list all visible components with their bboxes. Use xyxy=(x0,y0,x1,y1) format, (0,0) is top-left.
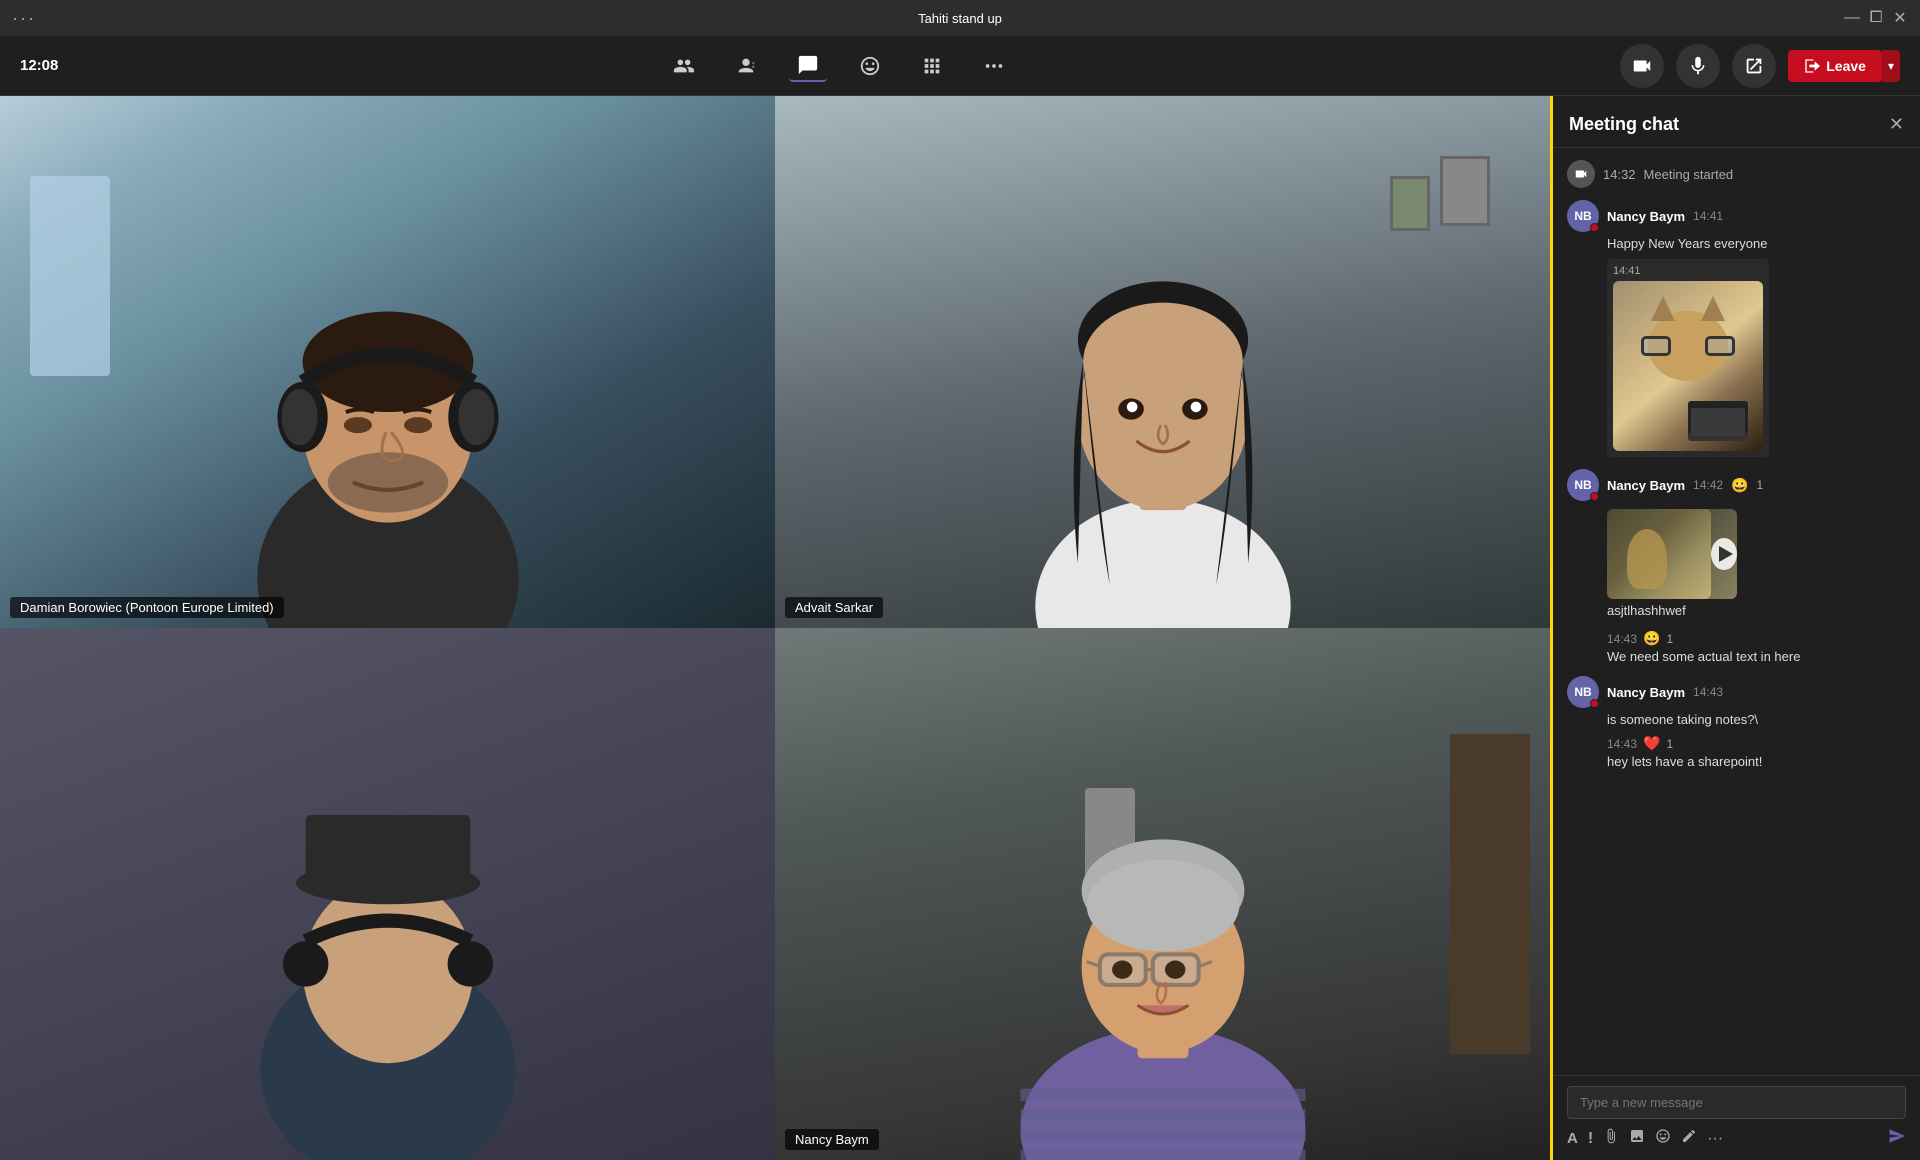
time-1: 14:41 xyxy=(1693,209,1723,223)
online-indicator-2 xyxy=(1590,492,1599,501)
maximize-btn[interactable]: ⧠ xyxy=(1868,10,1884,26)
participants-icon-btn[interactable] xyxy=(727,51,765,81)
avatar-nancy-2: NB xyxy=(1567,469,1599,501)
cat-image[interactable] xyxy=(1613,281,1763,451)
send-btn[interactable] xyxy=(1888,1127,1906,1150)
camera-button[interactable] xyxy=(1620,44,1664,88)
reaction-emoji-3: 😀 xyxy=(1643,630,1660,647)
close-btn[interactable]: ✕ xyxy=(1892,10,1908,26)
chat-message-2-header: NB Nancy Baym 14:42 😀 1 xyxy=(1567,469,1906,501)
sub-reaction-4: ❤️ xyxy=(1643,735,1660,752)
meeting-toolbar: 12:08 xyxy=(0,36,1920,96)
format-text-btn[interactable]: A xyxy=(1567,1130,1578,1147)
avatar-nancy-3: NB xyxy=(1567,676,1599,708)
sub-reaction-count-4: 1 xyxy=(1666,737,1673,751)
online-indicator xyxy=(1590,223,1599,232)
chat-format-toolbar: A ! ··· xyxy=(1567,1127,1906,1150)
chat-input[interactable] xyxy=(1567,1086,1906,1119)
reaction-count-3: 1 xyxy=(1666,632,1673,646)
video-name-damian: Damian Borowiec (Pontoon Europe Limited) xyxy=(10,597,284,618)
chat-message-2: NB Nancy Baym 14:42 😀 1 xyxy=(1567,469,1906,618)
share-button[interactable] xyxy=(1732,44,1776,88)
chat-input-area: A ! ··· xyxy=(1553,1075,1920,1160)
mic-button[interactable] xyxy=(1676,44,1720,88)
time-4: 14:43 xyxy=(1693,685,1723,699)
chat-message-4-header: NB Nancy Baym 14:43 xyxy=(1567,676,1906,708)
play-button[interactable] xyxy=(1711,538,1737,570)
cat-image-wrapper: 14:41 xyxy=(1607,259,1906,457)
time-3: 14:43 xyxy=(1607,632,1637,646)
system-time: 14:32 xyxy=(1603,167,1636,182)
minimize-btn[interactable]: — xyxy=(1844,10,1860,26)
time-2: 14:42 xyxy=(1693,478,1723,492)
system-text: Meeting started xyxy=(1644,167,1734,182)
pencil-btn[interactable] xyxy=(1681,1128,1697,1149)
chat-message-4: NB Nancy Baym 14:43 is someone taking no… xyxy=(1567,676,1906,769)
video-cell-damian: Damian Borowiec (Pontoon Europe Limited) xyxy=(0,96,775,628)
chat-message-3: 14:43 😀 1 We need some actual text in he… xyxy=(1567,630,1906,664)
video-cell-small xyxy=(0,628,775,1160)
leave-button[interactable]: Leave xyxy=(1788,50,1882,82)
emoji-btn[interactable] xyxy=(1655,1128,1671,1149)
message-text-3: We need some actual text in here xyxy=(1607,649,1906,664)
reaction-count-2: 1 xyxy=(1757,478,1764,492)
image-btn[interactable] xyxy=(1629,1128,1645,1149)
window-title: Tahiti stand up xyxy=(918,11,1002,26)
leave-dropdown-btn[interactable]: ▾ xyxy=(1882,50,1900,82)
message-subtext-wrapper: 14:43 ❤️ 1 hey lets have a sharepoint! xyxy=(1607,735,1906,769)
more-icon-btn[interactable] xyxy=(975,51,1013,81)
video-cell-nancy: Nancy Baym xyxy=(775,628,1550,1160)
view-icon-btn[interactable] xyxy=(913,51,951,81)
video-name-advait: Advait Sarkar xyxy=(785,597,883,618)
chat-message-1-header: NB Nancy Baym 14:41 xyxy=(1567,200,1906,232)
meeting-time: 12:08 xyxy=(20,57,58,74)
video-thumbnail[interactable] xyxy=(1607,509,1737,599)
sender-nancy-2: Nancy Baym xyxy=(1607,478,1685,493)
main-content: Damian Borowiec (Pontoon Europe Limited) xyxy=(0,96,1920,1160)
video-camera-icon xyxy=(1567,160,1595,188)
video-name-nancy: Nancy Baym xyxy=(785,1129,879,1150)
play-triangle-icon xyxy=(1719,546,1733,562)
leave-group: Leave ▾ xyxy=(1788,50,1900,82)
app-menu-dots[interactable]: ··· xyxy=(12,8,36,29)
chat-icon-btn[interactable] xyxy=(789,50,827,82)
message-text-4a: is someone taking notes?\ xyxy=(1607,712,1906,727)
toolbar-nav xyxy=(665,50,1013,82)
chat-title: Meeting chat xyxy=(1569,114,1679,135)
reaction-emoji-2: 😀 xyxy=(1731,477,1748,494)
sender-nancy-3: Nancy Baym xyxy=(1607,685,1685,700)
people-icon-btn[interactable] xyxy=(665,51,703,81)
attach-btn[interactable] xyxy=(1603,1128,1619,1149)
avatar-nancy-1: NB xyxy=(1567,200,1599,232)
message-text-4b: hey lets have a sharepoint! xyxy=(1607,754,1906,769)
video-grid: Damian Borowiec (Pontoon Europe Limited) xyxy=(0,96,1550,1160)
chat-message-1: NB Nancy Baym 14:41 Happy New Years ever… xyxy=(1567,200,1906,457)
reactions-icon-btn[interactable] xyxy=(851,51,889,81)
window-controls: — ⧠ ✕ xyxy=(1844,10,1908,26)
video-thumb-wrapper xyxy=(1607,509,1906,599)
more-format-btn[interactable]: ··· xyxy=(1707,1130,1723,1148)
chat-header: Meeting chat ✕ xyxy=(1553,96,1920,148)
toolbar-right-actions: Leave ▾ xyxy=(1620,44,1900,88)
sender-nancy-1: Nancy Baym xyxy=(1607,209,1685,224)
chat-close-btn[interactable]: ✕ xyxy=(1889,114,1904,135)
chat-panel: Meeting chat ✕ 14:32 Meeting started NB xyxy=(1550,96,1920,1160)
title-bar: ··· Tahiti stand up — ⧠ ✕ xyxy=(0,0,1920,36)
system-message-meeting-started: 14:32 Meeting started xyxy=(1567,160,1906,188)
video-cell-advait: Advait Sarkar xyxy=(775,96,1550,628)
chat-messages-list: 14:32 Meeting started NB Nancy Baym 14:4… xyxy=(1553,148,1920,1075)
online-indicator-3 xyxy=(1590,699,1599,708)
message-text-2: asjtlhashhwef xyxy=(1607,603,1906,618)
message-text-1: Happy New Years everyone xyxy=(1607,236,1906,251)
important-btn[interactable]: ! xyxy=(1588,1130,1593,1148)
sub-time-4: 14:43 xyxy=(1607,737,1637,751)
